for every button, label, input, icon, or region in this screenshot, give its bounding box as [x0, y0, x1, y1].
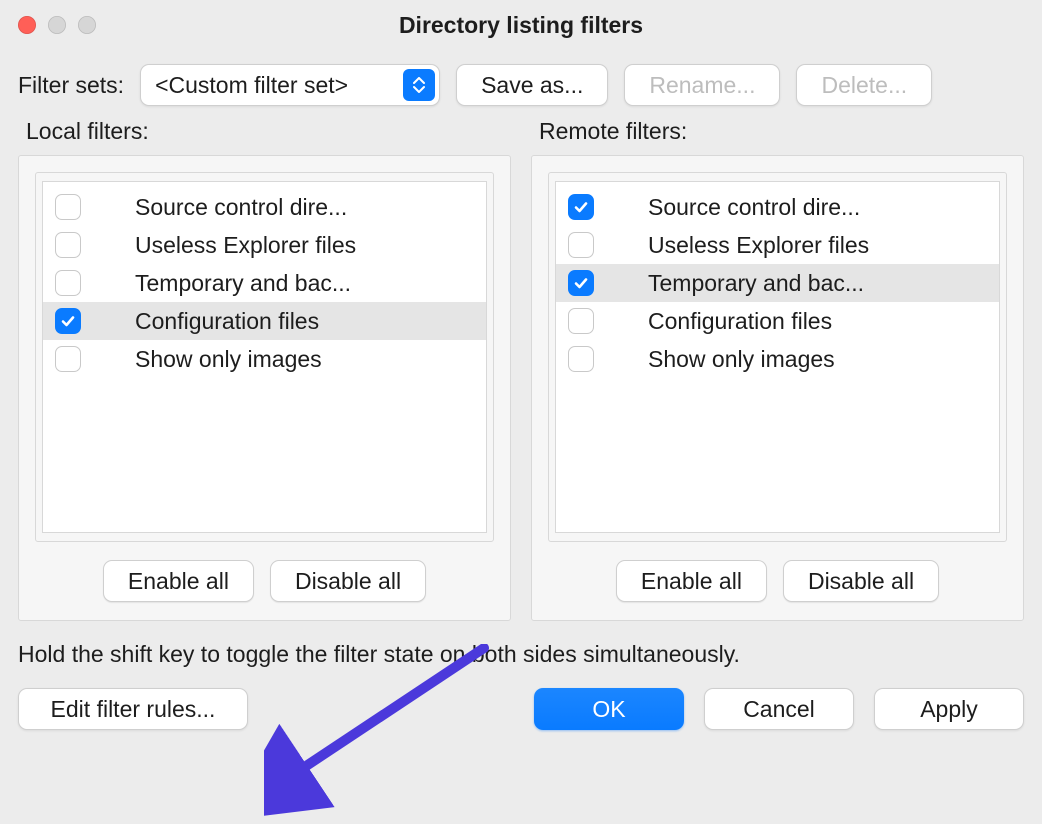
filters-content: Local filters: Source control dire... Use… [0, 116, 1042, 621]
remote-filter-item[interactable]: Configuration files [556, 302, 999, 340]
filter-item-label: Useless Explorer files [648, 232, 989, 259]
remote-filter-item[interactable]: Useless Explorer files [556, 226, 999, 264]
remote-filters-title: Remote filters: [539, 118, 1024, 145]
local-filter-item[interactable]: Temporary and bac... [43, 264, 486, 302]
local-enable-all-button[interactable]: Enable all [103, 560, 254, 602]
remote-enable-all-button[interactable]: Enable all [616, 560, 767, 602]
delete-button: Delete... [796, 64, 932, 106]
save-as-button[interactable]: Save as... [456, 64, 608, 106]
filter-item-label: Source control dire... [648, 194, 989, 221]
ok-button[interactable]: OK [534, 688, 684, 730]
filter-set-select-value: <Custom filter set> [155, 72, 348, 99]
dialog-footer: Edit filter rules... OK Cancel Apply [0, 682, 1042, 730]
hint-text: Hold the shift key to toggle the filter … [0, 621, 1042, 682]
checkbox[interactable] [55, 270, 81, 296]
filter-item-label: Source control dire... [135, 194, 476, 221]
window-title: Directory listing filters [0, 12, 1042, 39]
checkbox[interactable] [55, 194, 81, 220]
remote-filter-item[interactable]: Temporary and bac... [556, 264, 999, 302]
checkbox[interactable] [55, 232, 81, 258]
remote-filters-panel: Source control dire... Useless Explorer f… [531, 155, 1024, 621]
local-disable-all-button[interactable]: Disable all [270, 560, 426, 602]
rename-button: Rename... [624, 64, 780, 106]
local-filter-item[interactable]: Show only images [43, 340, 486, 378]
filter-sets-label: Filter sets: [18, 72, 124, 99]
remote-filter-item[interactable]: Source control dire... [556, 188, 999, 226]
local-filters-title: Local filters: [26, 118, 511, 145]
filter-item-label: Temporary and bac... [648, 270, 989, 297]
filter-item-label: Configuration files [135, 308, 476, 335]
checkbox[interactable] [568, 346, 594, 372]
local-filter-item[interactable]: Configuration files [43, 302, 486, 340]
checkbox[interactable] [568, 232, 594, 258]
checkbox[interactable] [568, 270, 594, 296]
edit-filter-rules-button[interactable]: Edit filter rules... [18, 688, 248, 730]
apply-button[interactable]: Apply [874, 688, 1024, 730]
local-filters-list[interactable]: Source control dire... Useless Explorer f… [42, 181, 487, 533]
remote-filters-list[interactable]: Source control dire... Useless Explorer f… [555, 181, 1000, 533]
checkbox[interactable] [568, 194, 594, 220]
checkbox[interactable] [55, 308, 81, 334]
remote-disable-all-button[interactable]: Disable all [783, 560, 939, 602]
local-filters-panel: Source control dire... Useless Explorer f… [18, 155, 511, 621]
filter-item-label: Configuration files [648, 308, 989, 335]
cancel-button[interactable]: Cancel [704, 688, 854, 730]
checkbox[interactable] [55, 346, 81, 372]
title-bar: Directory listing filters [0, 0, 1042, 50]
filter-set-toolbar: Filter sets: <Custom filter set> Save as… [0, 50, 1042, 116]
filter-item-label: Show only images [648, 346, 989, 373]
local-filter-item[interactable]: Useless Explorer files [43, 226, 486, 264]
checkbox[interactable] [568, 308, 594, 334]
filter-item-label: Useless Explorer files [135, 232, 476, 259]
filter-item-label: Show only images [135, 346, 476, 373]
chevron-up-down-icon [403, 69, 435, 101]
local-filter-item[interactable]: Source control dire... [43, 188, 486, 226]
filter-item-label: Temporary and bac... [135, 270, 476, 297]
filter-set-select[interactable]: <Custom filter set> [140, 64, 440, 106]
remote-filter-item[interactable]: Show only images [556, 340, 999, 378]
